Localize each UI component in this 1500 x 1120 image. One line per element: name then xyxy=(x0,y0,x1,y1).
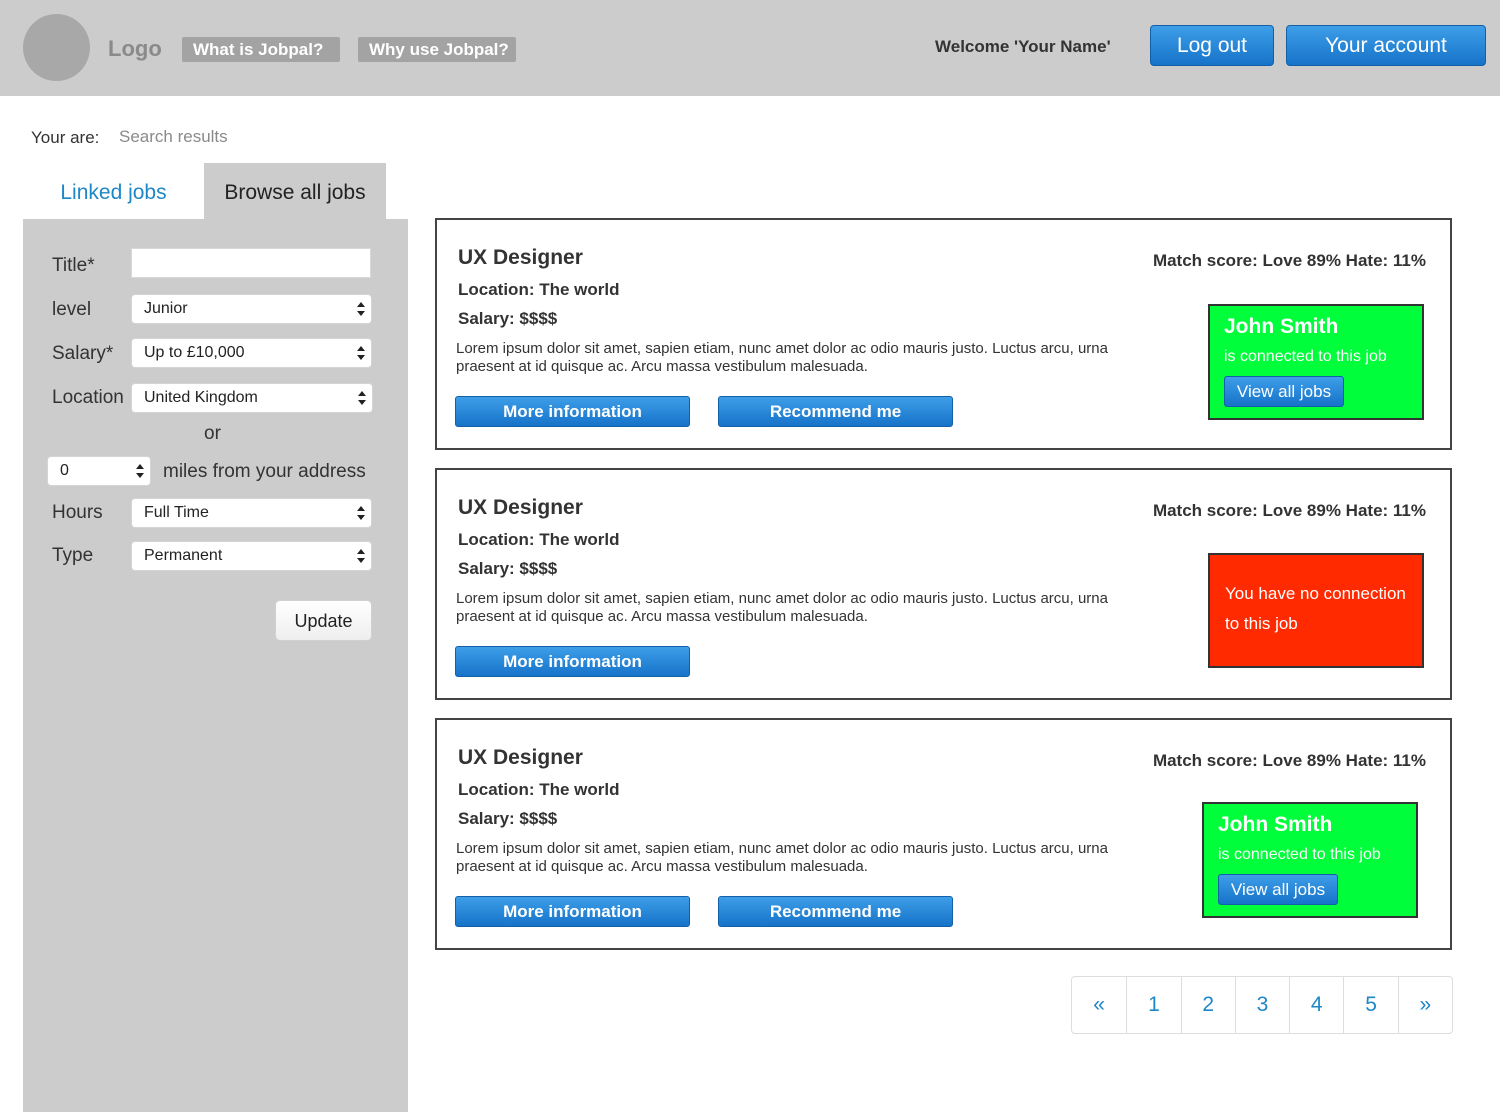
breadcrumb-current: Search results xyxy=(119,127,228,146)
job-title[interactable]: UX Designer xyxy=(458,746,583,770)
level-label: level xyxy=(52,299,92,320)
type-label: Type xyxy=(52,545,94,566)
up-down-arrows-icon xyxy=(357,506,365,520)
nav-why-use-jobpal[interactable]: Why use Jobpal? xyxy=(358,37,516,62)
job-location: Location: The world xyxy=(458,280,620,299)
more-information-button[interactable]: More information xyxy=(455,646,690,677)
match-score: Match score: Love 89% Hate: 11% xyxy=(1152,751,1426,770)
page-1[interactable]: 1 xyxy=(1126,977,1180,1033)
more-information-button[interactable]: More information xyxy=(455,896,690,927)
job-salary: Salary: $$$$ xyxy=(458,559,558,578)
up-down-arrows-icon xyxy=(357,549,365,563)
tab-browse-all-jobs[interactable]: Browse all jobs xyxy=(204,163,386,220)
level-select-value: Junior xyxy=(144,300,188,317)
match-score: Match score: Love 89% Hate: 11% xyxy=(1152,501,1426,520)
salary-label: Salary* xyxy=(52,343,114,364)
title-input[interactable] xyxy=(131,248,371,278)
job-title[interactable]: UX Designer xyxy=(458,496,583,520)
up-down-arrows-icon xyxy=(358,391,366,405)
miles-select-value: 0 xyxy=(60,462,69,479)
miles-select[interactable]: 0 xyxy=(47,456,151,486)
job-card: UX Designer Location: The world Salary: … xyxy=(435,468,1452,700)
recommend-me-button[interactable]: Recommend me xyxy=(718,396,953,427)
logo-circle[interactable] xyxy=(23,14,90,81)
connection-name: John Smith xyxy=(1224,315,1339,338)
connection-box: John Smith is connected to this job View… xyxy=(1202,802,1418,918)
update-button[interactable]: Update xyxy=(275,600,372,641)
job-description: Lorem ipsum dolor sit amet, sapien etiam… xyxy=(456,590,1108,625)
hours-label: Hours xyxy=(52,502,103,523)
job-salary: Salary: $$$$ xyxy=(458,309,558,328)
job-title[interactable]: UX Designer xyxy=(458,246,583,270)
view-all-jobs-button[interactable]: View all jobs xyxy=(1218,874,1338,905)
location-select-value: United Kingdom xyxy=(144,389,258,406)
more-information-button[interactable]: More information xyxy=(455,396,690,427)
logo[interactable]: Logo xyxy=(108,36,162,62)
welcome-text: Welcome 'Your Name' xyxy=(935,37,1111,56)
no-connection-text: You have no connection to this job xyxy=(1225,584,1406,633)
connection-box: John Smith is connected to this job View… xyxy=(1208,304,1424,420)
page-prev[interactable]: « xyxy=(1072,977,1126,1033)
connection-text: is connected to this job xyxy=(1224,348,1387,365)
job-description: Lorem ipsum dolor sit amet, sapien etiam… xyxy=(456,340,1108,375)
up-down-arrows-icon xyxy=(357,346,365,360)
header: Logo What is Jobpal? Why use Jobpal? Wel… xyxy=(0,0,1500,96)
up-down-arrows-icon xyxy=(357,302,365,316)
connection-text: is connected to this job xyxy=(1218,846,1381,863)
type-select[interactable]: Permanent xyxy=(131,541,372,571)
pagination: « 1 2 3 4 5 » xyxy=(1071,976,1453,1034)
page-5[interactable]: 5 xyxy=(1343,977,1397,1033)
job-card: UX Designer Location: The world Salary: … xyxy=(435,218,1452,450)
miles-label: miles from your address xyxy=(163,461,366,482)
match-score: Match score: Love 89% Hate: 11% xyxy=(1152,251,1426,270)
salary-select[interactable]: Up to £10,000 xyxy=(131,338,372,368)
filter-sidebar: Title* level Junior Salary* Up to £10,00… xyxy=(23,219,408,1112)
view-all-jobs-button[interactable]: View all jobs xyxy=(1224,376,1344,407)
or-label: or xyxy=(204,423,221,444)
location-label: Location xyxy=(52,387,124,408)
page-4[interactable]: 4 xyxy=(1289,977,1343,1033)
hours-select[interactable]: Full Time xyxy=(131,498,372,528)
job-location: Location: The world xyxy=(458,530,620,549)
connection-name: John Smith xyxy=(1218,813,1333,836)
breadcrumb-label: Your are: xyxy=(31,128,100,147)
nav-what-is-jobpal[interactable]: What is Jobpal? xyxy=(182,37,340,62)
page-next[interactable]: » xyxy=(1397,977,1452,1033)
no-connection-box: You have no connection to this job xyxy=(1208,553,1424,668)
tab-linked-jobs[interactable]: Linked jobs xyxy=(23,164,204,220)
up-down-arrows-icon xyxy=(136,464,144,478)
level-select[interactable]: Junior xyxy=(131,294,372,324)
page-2[interactable]: 2 xyxy=(1180,977,1235,1033)
job-card: UX Designer Location: The world Salary: … xyxy=(435,718,1452,950)
job-salary: Salary: $$$$ xyxy=(458,809,558,828)
your-account-button[interactable]: Your account xyxy=(1286,25,1486,66)
type-select-value: Permanent xyxy=(144,547,223,564)
location-select[interactable]: United Kingdom xyxy=(131,383,373,413)
page-3[interactable]: 3 xyxy=(1234,977,1289,1033)
hours-select-value: Full Time xyxy=(144,504,209,521)
salary-select-value: Up to £10,000 xyxy=(144,344,245,361)
recommend-me-button[interactable]: Recommend me xyxy=(718,896,953,927)
logout-button[interactable]: Log out xyxy=(1150,25,1274,66)
title-label: Title* xyxy=(52,255,95,276)
job-description: Lorem ipsum dolor sit amet, sapien etiam… xyxy=(456,840,1108,875)
job-location: Location: The world xyxy=(458,780,620,799)
